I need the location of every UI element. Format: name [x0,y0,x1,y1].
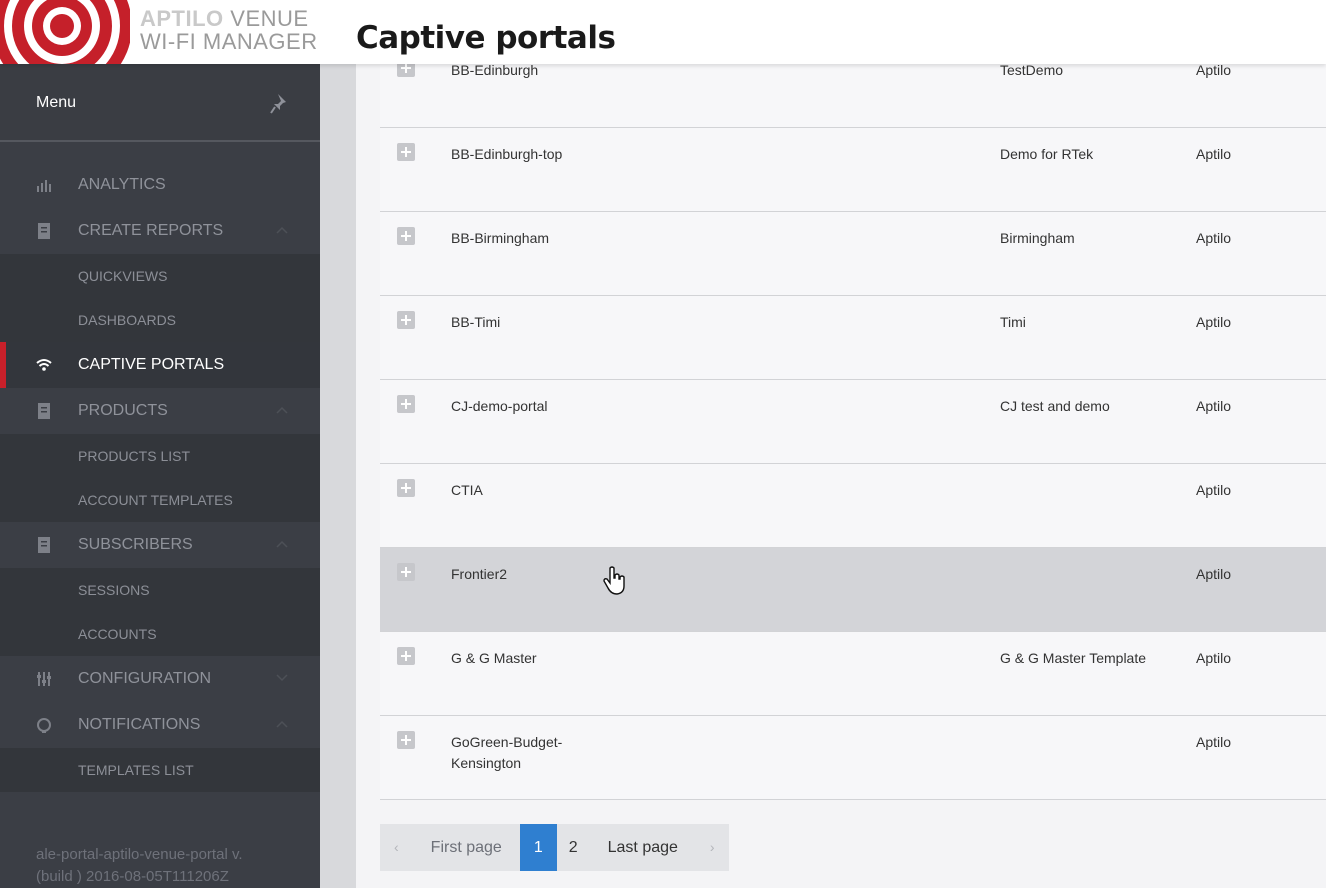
first-page-button[interactable]: First page [413,824,520,871]
portal-name[interactable]: CTIA [451,480,601,501]
page-title: Captive portals [356,20,616,56]
pin-icon[interactable] [270,92,290,114]
sidebar-item-notifications[interactable]: NOTIFICATIONS [0,702,320,748]
sidebar-subitem-sessions[interactable]: SESSIONS [0,568,320,612]
sliders-icon [37,672,51,686]
expand-plus-icon[interactable] [397,143,415,161]
product-icon [38,403,50,419]
logo-subtitle: WI-FI MANAGER [140,29,318,54]
sidebar-subitem-accounts[interactable]: ACCOUNTS [0,612,320,656]
sidebar-item-label: PRODUCTS [78,402,168,419]
portal-description: CJ test and demo [1000,398,1110,414]
table-row[interactable]: GoGreen-Budget-Kensington Aptilo [380,716,1326,800]
portal-owner: Aptilo [1196,398,1232,414]
sidebar-item-configuration[interactable]: CONFIGURATION [0,656,320,702]
bar-chart-icon [37,180,51,192]
app-header: APTILO VENUE WI-FI MANAGER Captive porta… [0,0,1326,64]
menu-header: Menu [0,64,320,142]
table-row[interactable]: Frontier2 Aptilo [380,548,1326,632]
sidebar-item-label: CONFIGURATION [78,670,212,687]
chevron-down-icon[interactable] [276,674,288,682]
sidebar-subitem-dashboards[interactable]: DASHBOARDS [0,298,320,342]
sidebar-item-subscribers[interactable]: SUBSCRIBERS [0,522,320,568]
expand-plus-icon[interactable] [397,479,415,497]
version-line-1: ale-portal-aptilo-venue-portal v. [36,846,243,863]
expand-plus-icon[interactable] [397,647,415,665]
nav-list: ANALYTICS CREATE REPORTS QUICKVIEWS DASH… [0,162,320,792]
last-page-button[interactable]: Last page [590,824,696,871]
expand-plus-icon[interactable] [397,311,415,329]
portal-name[interactable]: GoGreen-Budget-Kensington [451,732,601,774]
logo-wordmark: APTILO VENUE WI-FI MANAGER [140,7,318,53]
portal-name[interactable]: CJ-demo-portal [451,396,601,417]
portal-name[interactable]: G & G Master [451,648,601,669]
expand-plus-icon[interactable] [397,731,415,749]
portal-description: G & G Master Template [1000,650,1147,666]
sidebar-item-create-reports[interactable]: CREATE REPORTS [0,208,320,254]
table-row[interactable]: G & G Master G & G Master Template Aptil… [380,632,1326,716]
sidebar-subitem-templates-list[interactable]: TEMPLATES LIST [0,748,320,792]
page-2-button[interactable]: 2 [557,824,590,871]
chevron-up-icon[interactable] [276,226,288,234]
sidebar-item-captive-portals[interactable]: CAPTIVE PORTALS [0,342,320,388]
aptilo-logo-icon[interactable] [0,0,130,64]
report-icon [38,223,50,239]
sidebar-item-label: CAPTIVE PORTALS [78,356,225,373]
portal-owner: Aptilo [1196,146,1232,162]
portal-owner: Aptilo [1196,734,1232,750]
portal-description: Timi [1000,314,1026,330]
expand-plus-icon[interactable] [397,227,415,245]
portal-owner: Aptilo [1196,314,1232,330]
sidebar-subitem-account-templates[interactable]: ACCOUNT TEMPLATES [0,478,320,522]
table-row[interactable]: CJ-demo-portal CJ test and demo Aptilo [380,380,1326,464]
main-content: BB-Edinburgh TestDemo Aptilo BB-Edinburg… [356,44,1326,888]
sidebar-item-label: ANALYTICS [78,176,166,193]
sidebar-item-label: CREATE REPORTS [78,222,224,239]
portal-description: Birmingham [1000,230,1075,246]
chevron-up-icon[interactable] [276,406,288,414]
logo-brand: APTILO [140,6,224,31]
portal-owner: Aptilo [1196,482,1232,498]
content-gutter [320,64,356,888]
portal-name[interactable]: BB-Timi [451,312,601,333]
sidebar-item-label: SUBSCRIBERS [78,536,193,553]
sidebar-item-products[interactable]: PRODUCTS [0,388,320,434]
portal-owner: Aptilo [1196,230,1232,246]
table-row[interactable]: CTIA Aptilo [380,464,1326,548]
chevron-up-icon[interactable] [276,540,288,548]
table-row[interactable]: BB-Timi Timi Aptilo [380,296,1326,380]
next-page-button[interactable]: › [696,824,729,871]
expand-plus-icon[interactable] [397,395,415,413]
sidebar-subitem-quickviews[interactable]: QUICKVIEWS [0,254,320,298]
page-1-button[interactable]: 1 [519,824,557,871]
sidebar: Menu ANALYTICS CREATE REPORTS QUICKVIEWS… [0,64,320,888]
version-line-2: (build ) 2016-08-05T111206Z [36,868,229,885]
table-row[interactable]: BB-Edinburgh-top Demo for RTek Aptilo [380,128,1326,212]
prev-page-button[interactable]: ‹ [380,824,413,871]
wifi-icon [36,359,52,371]
chevron-up-icon[interactable] [276,720,288,728]
hand-cursor-icon [603,566,625,595]
table-row[interactable]: BB-Birmingham Birmingham Aptilo [380,212,1326,296]
portals-table: BB-Edinburgh TestDemo Aptilo BB-Edinburg… [380,44,1326,800]
sidebar-item-analytics[interactable]: ANALYTICS [0,162,320,208]
sidebar-subitem-products-list[interactable]: PRODUCTS LIST [0,434,320,478]
pagination: ‹ First page 1 2 Last page › [380,824,729,871]
portal-name[interactable]: BB-Edinburgh-top [451,144,601,165]
portal-description: Demo for RTek [1000,146,1094,162]
portal-owner: Aptilo [1196,650,1232,666]
portal-name[interactable]: Frontier2 [451,564,601,585]
logo-brand-rest: VENUE [223,6,309,31]
sidebar-item-label: NOTIFICATIONS [78,716,201,733]
subscriber-icon [38,537,50,553]
version-info: ale-portal-aptilo-venue-portal v. (build… [36,844,243,888]
menu-title: Menu [36,94,77,111]
portal-name[interactable]: BB-Birmingham [451,228,601,249]
bell-icon [37,718,51,733]
expand-plus-icon[interactable] [397,563,415,581]
portal-owner: Aptilo [1196,566,1232,582]
